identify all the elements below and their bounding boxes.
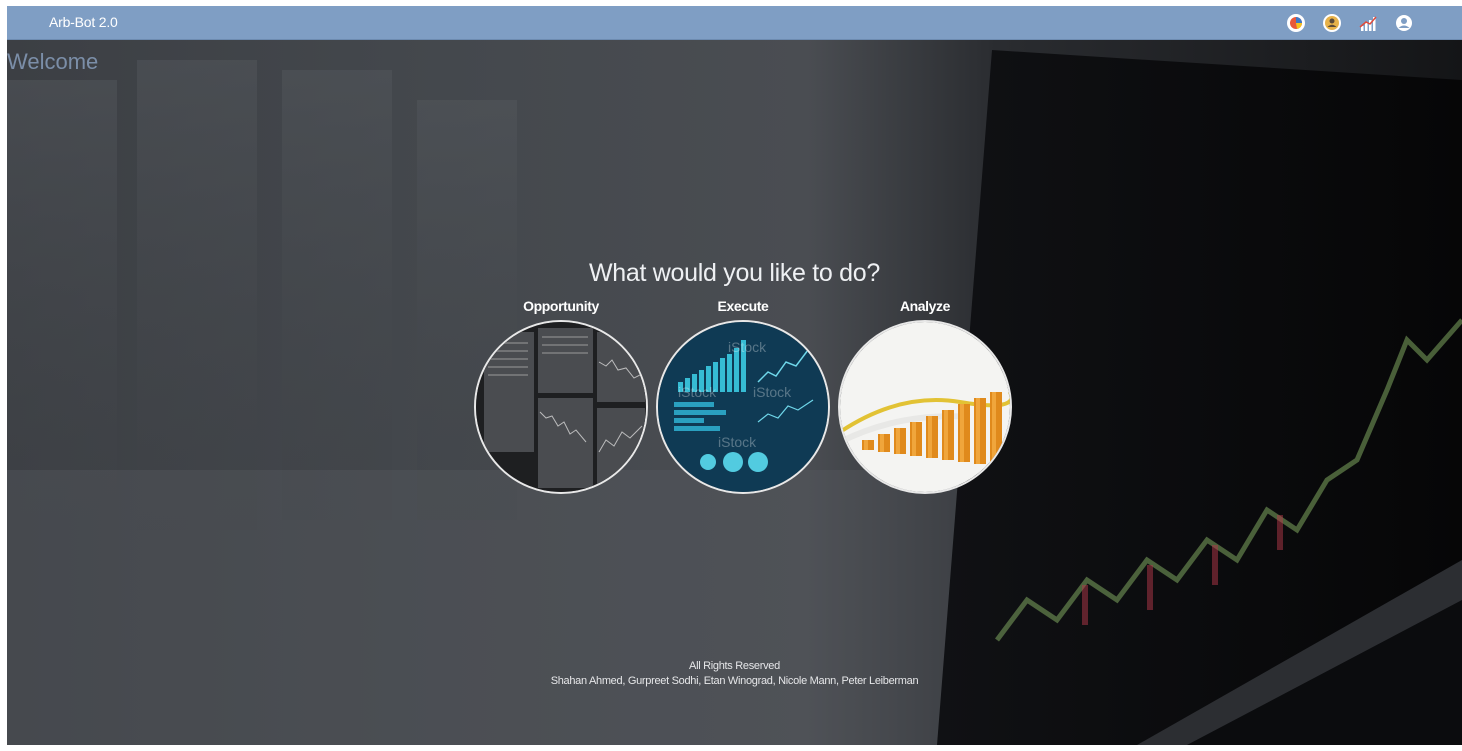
svg-text:iStock: iStock — [718, 434, 757, 450]
svg-text:iStock: iStock — [728, 339, 767, 355]
rights-text: All Rights Reserved — [689, 660, 780, 672]
prompt-heading: What would you like to do? — [589, 259, 880, 287]
choice-group: Opportunity Execute iStock iStock iStock… — [473, 298, 1013, 498]
opportunity-label: Opportunity — [523, 298, 599, 314]
execute-option[interactable]: Execute iStock iStock iStock iStock — [655, 298, 831, 494]
gold-bars-image[interactable] — [838, 320, 1012, 494]
user-icon[interactable] — [1322, 13, 1342, 33]
app-window: Arb-Bot 2.0 Welcome What would you like … — [7, 6, 1462, 745]
stats-icon[interactable] — [1358, 13, 1378, 33]
opportunity-option[interactable]: Opportunity — [473, 298, 649, 494]
account-icon[interactable] — [1394, 13, 1414, 33]
welcome-title: Welcome — [7, 49, 99, 74]
trading-screens-image[interactable] — [474, 320, 648, 494]
brand-link[interactable]: Arb-Bot 2.0 — [49, 14, 118, 30]
analyze-option[interactable]: Analyze — [837, 298, 1013, 494]
blue-charts-image[interactable]: iStock iStock iStock iStock — [656, 320, 830, 494]
authors-text: Shahan Ahmed, Gurpreet Sodhi, Etan Winog… — [550, 675, 919, 687]
svg-text:iStock: iStock — [678, 384, 717, 400]
nav-icon-group — [1286, 13, 1414, 33]
hero-section: Welcome What would you like to do? Oppor… — [7, 40, 1462, 745]
top-navbar: Arb-Bot 2.0 — [7, 6, 1462, 40]
portfolio-icon[interactable] — [1286, 13, 1306, 33]
page-footer: All Rights Reserved Shahan Ahmed, Gurpre… — [7, 659, 1462, 689]
svg-text:iStock: iStock — [753, 384, 792, 400]
analyze-label: Analyze — [899, 298, 951, 314]
execute-label: Execute — [717, 298, 769, 314]
